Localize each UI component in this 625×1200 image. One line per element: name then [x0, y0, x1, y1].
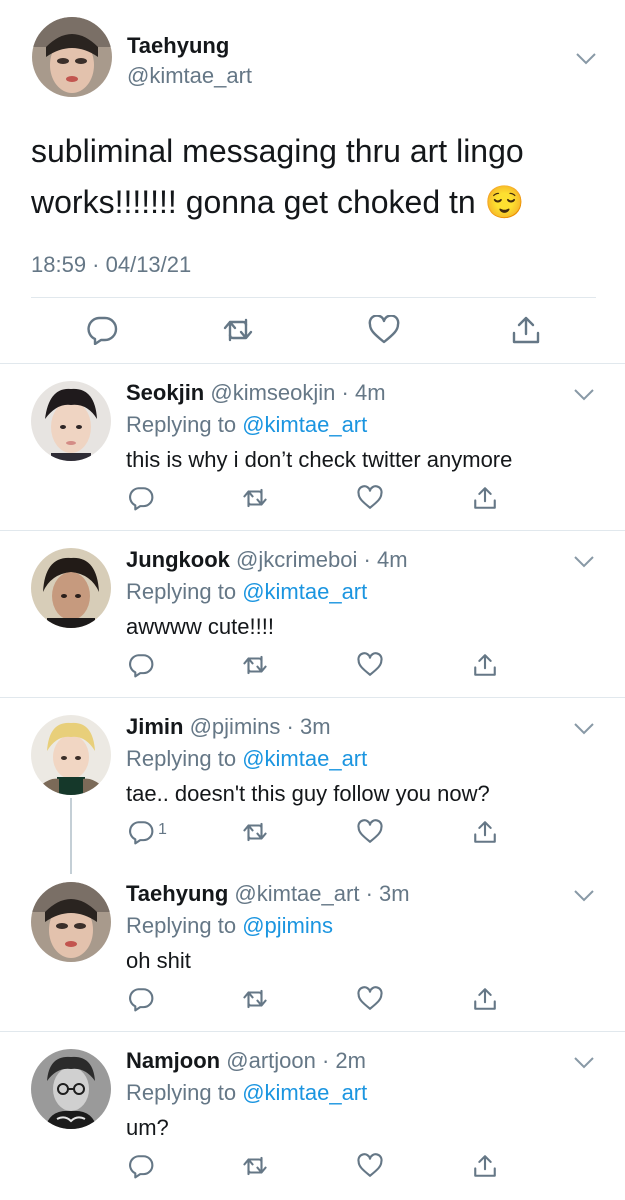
tweet-text: subliminal messaging thru art lingo work…	[31, 133, 525, 220]
retweet-icon[interactable]	[242, 1153, 268, 1179]
reply-count: 1	[158, 821, 167, 838]
reply-text: this is why i don’t check twitter anymor…	[126, 447, 513, 472]
chevron-down-icon[interactable]	[574, 723, 594, 737]
avatar[interactable]	[31, 882, 111, 962]
reply-header: Namjoon @artjoon · 2m	[126, 1048, 366, 1074]
replying-prefix: Replying to	[126, 1080, 237, 1105]
reply-time: · 3m	[286, 714, 331, 739]
replying-prefix: Replying to	[126, 579, 237, 604]
avatar[interactable]	[31, 548, 111, 628]
chevron-down-icon[interactable]	[574, 890, 594, 904]
retweet-icon[interactable]	[222, 315, 254, 345]
main-tweet: Taehyung @kimtae_art subliminal messagin…	[0, 0, 625, 364]
reply-icon[interactable]	[128, 652, 154, 678]
retweet-icon[interactable]	[242, 652, 268, 678]
reply-tweet[interactable]: Taehyung @kimtae_art · 3m Replying to @p…	[0, 865, 625, 1032]
tweet-timestamp[interactable]: 18:59 · 04/13/21	[31, 252, 191, 278]
replying-to-link[interactable]: @kimtae_art	[242, 579, 367, 604]
replying-to: Replying to @kimtae_art	[126, 746, 367, 772]
retweet-icon[interactable]	[242, 485, 268, 511]
reply-icon[interactable]	[128, 1153, 154, 1179]
author-name[interactable]: Jimin	[126, 714, 183, 739]
replying-to-link[interactable]: @kimtae_art	[242, 746, 367, 771]
replying-prefix: Replying to	[126, 412, 237, 437]
reply-text: oh shit	[126, 948, 191, 973]
share-icon[interactable]	[472, 819, 498, 845]
reply-header: Seokjin @kimseokjin · 4m	[126, 380, 386, 406]
reply-text: tae.. doesn't this guy follow you now?	[126, 781, 490, 806]
replying-to: Replying to @kimtae_art	[126, 412, 367, 438]
thread-line	[70, 798, 72, 874]
share-icon[interactable]	[472, 986, 498, 1012]
reply-icon[interactable]	[86, 315, 118, 346]
avatar[interactable]	[31, 715, 111, 795]
reply-tweet[interactable]: Seokjin @kimseokjin · 4m Replying to @ki…	[0, 364, 625, 531]
like-icon[interactable]	[357, 819, 383, 845]
like-icon[interactable]	[357, 986, 383, 1012]
share-icon[interactable]	[510, 315, 542, 345]
author-handle[interactable]: @kimtae_art	[127, 63, 252, 89]
share-icon[interactable]	[472, 1153, 498, 1179]
reply-text: awwww cute!!!!	[126, 614, 274, 639]
reply-time: · 3m	[365, 881, 410, 906]
replying-to-link[interactable]: @kimtae_art	[242, 1080, 367, 1105]
retweet-icon[interactable]	[242, 819, 268, 845]
reply-icon[interactable]	[128, 986, 154, 1012]
replying-to: Replying to @pjimins	[126, 913, 333, 939]
author-handle[interactable]: @jkcrimeboi	[236, 547, 357, 572]
reply-tweet[interactable]: Jimin @pjimins · 3m Replying to @kimtae_…	[0, 698, 625, 874]
reply-time: · 2m	[321, 1048, 366, 1073]
avatar[interactable]	[31, 1049, 111, 1129]
author-handle[interactable]: @pjimins	[190, 714, 281, 739]
reply-tweet[interactable]: Jungkook @jkcrimeboi · 4m Replying to @k…	[0, 531, 625, 698]
like-icon[interactable]	[368, 314, 400, 345]
reply-tweet[interactable]: Namjoon @artjoon · 2m Replying to @kimta…	[0, 1032, 625, 1200]
divider	[31, 297, 596, 298]
share-icon[interactable]	[472, 485, 498, 511]
chevron-down-icon[interactable]	[574, 556, 594, 570]
replying-to: Replying to @kimtae_art	[126, 1080, 367, 1106]
like-icon[interactable]	[357, 1153, 383, 1179]
reply-time: · 4m	[363, 547, 408, 572]
chevron-down-icon[interactable]	[574, 389, 594, 403]
author-handle[interactable]: @artjoon	[226, 1048, 316, 1073]
share-icon[interactable]	[472, 652, 498, 678]
reply-time: · 4m	[341, 380, 386, 405]
avatar[interactable]	[32, 17, 112, 97]
replying-prefix: Replying to	[126, 746, 237, 771]
like-icon[interactable]	[357, 652, 383, 678]
replying-to-link[interactable]: @pjimins	[242, 913, 333, 938]
replying-prefix: Replying to	[126, 913, 237, 938]
reply-icon[interactable]	[128, 485, 154, 511]
replying-to-link[interactable]: @kimtae_art	[242, 412, 367, 437]
avatar[interactable]	[31, 381, 111, 461]
like-icon[interactable]	[357, 485, 383, 511]
chevron-down-icon[interactable]	[576, 53, 596, 67]
author-name[interactable]: Namjoon	[126, 1048, 220, 1073]
replying-to: Replying to @kimtae_art	[126, 579, 367, 605]
chevron-down-icon[interactable]	[574, 1057, 594, 1071]
reply-text: um?	[126, 1115, 169, 1140]
reply-header: Jungkook @jkcrimeboi · 4m	[126, 547, 408, 573]
author-name[interactable]: Seokjin	[126, 380, 204, 405]
author-handle[interactable]: @kimtae_art	[234, 881, 359, 906]
reply-icon[interactable]	[128, 819, 154, 845]
reply-header: Taehyung @kimtae_art · 3m	[126, 881, 410, 907]
author-name[interactable]: Jungkook	[126, 547, 230, 572]
reply-header: Jimin @pjimins · 3m	[126, 714, 331, 740]
author-name[interactable]: Taehyung	[127, 33, 229, 59]
author-name[interactable]: Taehyung	[126, 881, 228, 906]
retweet-icon[interactable]	[242, 986, 268, 1012]
author-handle[interactable]: @kimseokjin	[210, 380, 335, 405]
